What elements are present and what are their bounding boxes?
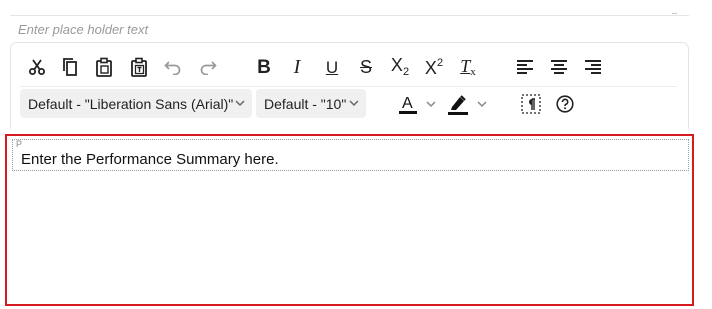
paste-text-button[interactable]: [124, 52, 154, 82]
text-color-icon: A: [399, 93, 417, 115]
resize-handle[interactable]: [672, 13, 677, 14]
bold-button[interactable]: B: [249, 52, 279, 82]
show-blocks-button[interactable]: [516, 89, 546, 119]
clipboard-icon: [96, 57, 112, 77]
highlighter-icon: [448, 94, 468, 115]
paragraph-mark-icon: [521, 94, 541, 114]
bold-icon: B: [257, 56, 271, 78]
align-center-icon: [551, 60, 567, 74]
toolbar-row-2: Default - "Liberation Sans (Arial)" Defa…: [20, 89, 680, 119]
clipboard-text-icon: [131, 57, 147, 77]
clear-format-button[interactable]: Tx: [453, 52, 483, 82]
subscript-icon: X2: [390, 55, 410, 78]
redo-icon: [200, 61, 217, 75]
strikethrough-button[interactable]: S: [351, 52, 381, 82]
font-family-value: Default - "Liberation Sans (Arial)": [28, 95, 234, 112]
copy-icon: [63, 58, 77, 76]
font-size-value: Default - "10": [264, 95, 347, 112]
font-size-select[interactable]: Default - "10": [256, 89, 366, 118]
text-color-button[interactable]: A: [399, 89, 439, 118]
font-family-select[interactable]: Default - "Liberation Sans (Arial)": [20, 89, 252, 118]
strikethrough-icon: S: [359, 57, 372, 77]
chevron-down-icon: [426, 100, 436, 107]
top-divider: [10, 15, 689, 16]
paragraph-block[interactable]: P Enter the Performance Summary here.: [12, 139, 689, 171]
underline-button[interactable]: U: [317, 52, 347, 82]
copy-button[interactable]: [55, 52, 85, 82]
italic-button[interactable]: I: [282, 52, 312, 82]
paste-button[interactable]: [89, 52, 119, 82]
editor-text[interactable]: Enter the Performance Summary here.: [21, 151, 279, 168]
chevron-down-icon: [349, 100, 359, 107]
chevron-down-icon: [235, 100, 245, 107]
align-right-icon: [585, 60, 601, 74]
editor-content-area[interactable]: P Enter the Performance Summary here.: [5, 134, 694, 306]
scissors-icon: [29, 59, 45, 75]
align-center-button[interactable]: [544, 52, 574, 82]
superscript-icon: X2: [424, 56, 444, 78]
toolbar-row-1: B I U S X2 X2 Tx: [20, 52, 620, 82]
cut-button[interactable]: [22, 52, 52, 82]
placeholder-text: Enter place holder text: [18, 22, 149, 37]
italic-icon: I: [293, 56, 301, 78]
align-left-icon: [517, 60, 533, 74]
block-tag-label: P: [16, 139, 23, 149]
align-left-button[interactable]: [510, 52, 540, 82]
redo-button[interactable]: [193, 52, 223, 82]
subscript-button[interactable]: X2: [385, 52, 415, 82]
undo-button[interactable]: [158, 52, 188, 82]
help-icon: [556, 95, 574, 113]
superscript-button[interactable]: X2: [419, 52, 449, 82]
align-right-button[interactable]: [578, 52, 608, 82]
underline-icon: U: [325, 57, 339, 77]
highlight-color-button[interactable]: [448, 89, 490, 118]
undo-icon: [164, 61, 181, 75]
chevron-down-icon: [477, 100, 487, 107]
toolbar-row-divider: [20, 86, 677, 87]
clear-formatting-icon: Tx: [460, 55, 476, 78]
help-button[interactable]: [550, 89, 580, 119]
